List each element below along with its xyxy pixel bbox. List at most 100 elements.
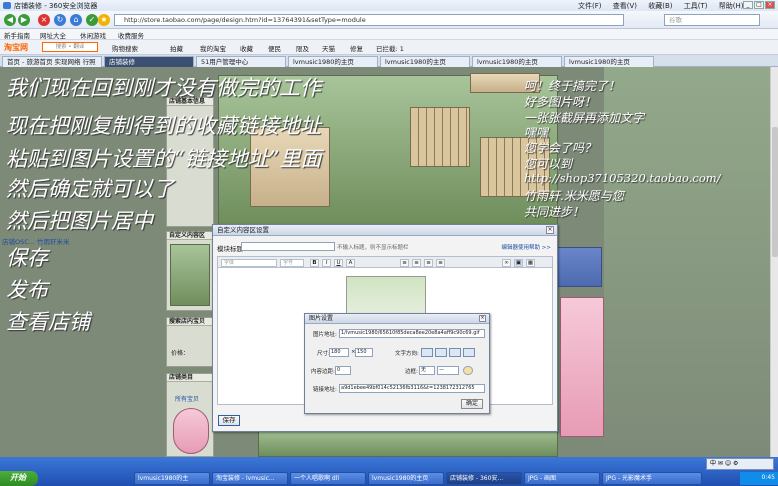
tab-bar: 首页 - 旅游首页 实现网络 行照 店铺装修 51用户管理中心 lvmusic1… <box>0 55 778 67</box>
toolbar-my-taobao[interactable]: 我的淘宝 <box>200 43 226 53</box>
toolbar-deals[interactable]: 限及 <box>296 43 309 53</box>
shop-category-header: 店铺类目 <box>167 374 213 382</box>
minimize-icon[interactable]: _ <box>743 1 753 9</box>
system-clock: 0:45 <box>740 472 778 485</box>
align-none-icon[interactable] <box>463 348 475 357</box>
editor-help-link[interactable]: 编辑器使用帮助 >> <box>502 243 551 251</box>
note-line-1: 我们现在回到刚才没有做完的工作 <box>6 76 321 100</box>
toolbar-cang[interactable]: 拍藏 <box>170 43 183 53</box>
note-line-4: 然后确定就可以了 <box>6 177 174 201</box>
task-taobao-decoration[interactable]: 淘宝装修 - lvmusic... <box>212 472 288 485</box>
start-button[interactable]: 开始 <box>0 471 38 486</box>
note-right-5: 您学会了吗？ <box>524 141 597 155</box>
border-label: 边框: <box>405 369 418 375</box>
toolbar-blocked[interactable]: 已拦截: 1 <box>376 43 404 53</box>
category-all-items[interactable]: 所有宝贝 <box>175 394 199 403</box>
window-image <box>410 107 470 167</box>
height-input[interactable]: 150 <box>355 348 373 357</box>
align-left-icon[interactable] <box>421 348 433 357</box>
back-arrow-icon[interactable]: ◀ <box>4 14 16 26</box>
task-paint[interactable]: JPG - 画图 <box>524 472 600 485</box>
font-select[interactable]: 字体 <box>221 259 277 267</box>
font-color-button[interactable]: A <box>346 259 355 267</box>
tab-user-center[interactable]: 51用户管理中心 <box>196 56 286 67</box>
taobao-search-input[interactable]: 搜索 • 翻译 <box>42 42 98 52</box>
taskbar: 中 ✉ ☺ ⚙ 开始 lvmusic1980的主 淘宝装修 - lvmusic.… <box>0 457 778 486</box>
blue-banner-image <box>556 247 602 287</box>
menu-file[interactable]: 文件(F) <box>578 2 602 10</box>
task-photo-editor[interactable]: JPG - 光影魔术手 <box>602 472 702 485</box>
image-url-label: 图片地址: <box>313 332 337 338</box>
size-select[interactable]: 字号 <box>280 259 304 267</box>
width-input[interactable]: 180 <box>329 348 349 357</box>
toolbar-repair[interactable]: 修复 <box>350 43 363 53</box>
home-icon[interactable]: ⌂ <box>70 14 82 26</box>
align-center-icon[interactable] <box>449 348 461 357</box>
ime-toolbar[interactable]: 中 ✉ ☺ ⚙ <box>706 458 774 470</box>
scrollbar-thumb[interactable] <box>772 127 778 257</box>
vertical-scrollbar[interactable] <box>770 67 778 457</box>
tab-travel-home[interactable]: 首页 - 旅游首页 实现网络 行照 <box>2 56 102 67</box>
toolbar-shopping-search[interactable]: 购物搜索 <box>112 43 138 53</box>
note-line-2: 现在把刚复制得到的收藏链接地址 <box>6 114 321 138</box>
maximize-icon[interactable]: □ <box>754 1 764 9</box>
editor-toolbar: 字体 字号 B I U A ≡ ≡ ≡ ≡ ∞ ▣ ▦ <box>217 256 553 268</box>
stop-icon[interactable]: × <box>38 14 50 26</box>
close-icon[interactable]: × <box>765 1 775 9</box>
note-right-2: 好多图片呀！ <box>524 95 597 109</box>
justify-button[interactable]: ≡ <box>436 259 445 267</box>
address-bar[interactable]: http://store.taobao.com/page/design.htm?… <box>114 14 624 26</box>
link-icon[interactable]: ∞ <box>502 259 511 267</box>
browser-icon <box>3 2 11 9</box>
border-style-select[interactable]: — <box>437 366 459 375</box>
refresh-icon[interactable]: ↻ <box>54 14 66 26</box>
italic-button[interactable]: I <box>322 259 331 267</box>
table-icon[interactable]: ▦ <box>526 259 535 267</box>
margin-input[interactable]: 0 <box>335 366 351 375</box>
bold-button[interactable]: B <box>310 259 319 267</box>
tab-homepage-4[interactable]: lvmusic1980的主页 <box>564 56 654 67</box>
shield-icon[interactable]: ✓ <box>86 14 98 26</box>
image-url-input[interactable]: 1/lvmusic1980/65610f85deca8ee20e8a4aff9c… <box>339 329 485 338</box>
image-settings-title: 图片设置 <box>305 314 489 324</box>
close-icon[interactable]: × <box>479 315 486 322</box>
tab-homepage-2[interactable]: lvmusic1980的主页 <box>380 56 470 67</box>
star-icon[interactable]: ★ <box>98 14 110 26</box>
align-left-button[interactable]: ≡ <box>400 259 409 267</box>
fav-newbie-guide[interactable]: 新手指南 <box>4 30 30 40</box>
toolbar-tmall[interactable]: 天猫 <box>322 43 335 53</box>
menu-tools[interactable]: 工具(T) <box>684 2 708 10</box>
task-shop-decoration-browser[interactable]: 店铺装修 - 360安... <box>446 472 522 485</box>
fav-paid-services[interactable]: 收费服务 <box>118 30 144 40</box>
align-right-button[interactable]: ≡ <box>424 259 433 267</box>
task-homepage-2[interactable]: lvmusic1980的主页 <box>368 472 444 485</box>
fav-url-directory[interactable]: 网址大全 <box>40 30 66 40</box>
task-singing[interactable]: 一个人唱歌啊 dll <box>290 472 366 485</box>
menu-help[interactable]: 帮助(H) <box>719 2 744 10</box>
image-icon[interactable]: ▣ <box>514 259 523 267</box>
border-select[interactable]: 无 <box>419 366 435 375</box>
note-right-1: 呵！终于搞完了！ <box>524 79 621 93</box>
fav-casual-games[interactable]: 休闲游戏 <box>80 30 106 40</box>
color-picker-icon[interactable] <box>463 366 473 375</box>
ok-button[interactable]: 确定 <box>461 399 483 409</box>
tab-homepage-1[interactable]: lvmusic1980的主页 <box>288 56 378 67</box>
underline-button[interactable]: U <box>334 259 343 267</box>
align-center-button[interactable]: ≡ <box>412 259 421 267</box>
tab-homepage-3[interactable]: lvmusic1980的主页 <box>472 56 562 67</box>
menu-favorites[interactable]: 收藏(B) <box>648 2 672 10</box>
save-button[interactable]: 保存 <box>218 415 240 426</box>
size-label: 尺寸: <box>317 351 330 357</box>
tab-shop-decoration[interactable]: 店铺装修 <box>104 56 194 67</box>
menu-view[interactable]: 查看(V) <box>613 2 637 10</box>
toolbar-favorites[interactable]: 收藏 <box>240 43 253 53</box>
search-input[interactable]: 谷歌 <box>664 14 760 26</box>
forward-arrow-icon[interactable]: ▶ <box>18 14 30 26</box>
task-homepage[interactable]: lvmusic1980的主 <box>134 472 210 485</box>
custom-area-panel: 自定义内容区 <box>166 231 214 311</box>
toolbar-convenience[interactable]: 便民 <box>268 43 281 53</box>
module-title-input[interactable] <box>241 242 335 251</box>
align-right-icon[interactable] <box>435 348 447 357</box>
close-icon[interactable]: × <box>546 226 554 234</box>
link-address-input[interactable]: a9d1ebee49bf014c52136fb3116&t=1238172312… <box>339 384 485 393</box>
